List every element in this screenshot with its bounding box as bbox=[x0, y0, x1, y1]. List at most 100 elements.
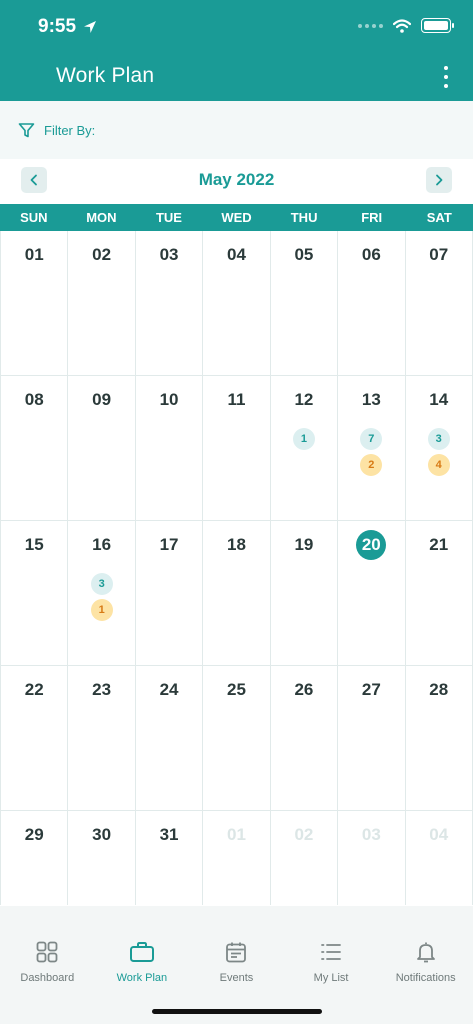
calendar-day[interactable]: 09 bbox=[68, 376, 136, 520]
day-number: 04 bbox=[227, 245, 246, 264]
weekday-label: THU bbox=[290, 210, 318, 225]
calendar-day[interactable]: 10 bbox=[136, 376, 204, 520]
day-number: 20 bbox=[356, 530, 387, 560]
calendar-week-row: 22 23 24 25 26 27 28 bbox=[0, 666, 473, 811]
day-number: 27 bbox=[361, 680, 381, 699]
day-number: 11 bbox=[227, 390, 246, 409]
event-badges: 31 bbox=[90, 573, 113, 621]
event-badges: 72 bbox=[360, 428, 383, 476]
bell-icon bbox=[416, 942, 435, 963]
filter-label: Filter By: bbox=[44, 122, 96, 138]
filter-bar[interactable]: Filter By: bbox=[0, 101, 473, 159]
calendar-day-other-month[interactable]: 02 bbox=[271, 811, 339, 905]
more-dot-icon bbox=[444, 84, 448, 88]
day-number: 19 bbox=[294, 535, 314, 554]
weekday-header: SUN MON TUE WED THU FRI SAT bbox=[0, 204, 473, 231]
day-number: 16 bbox=[92, 535, 112, 554]
day-number: 04 bbox=[429, 825, 449, 844]
day-number: 25 bbox=[227, 680, 246, 699]
tab-work-plan[interactable]: Work Plan bbox=[95, 906, 190, 1024]
calendar-day[interactable]: 29 bbox=[0, 811, 69, 905]
day-number: 18 bbox=[227, 535, 246, 554]
calendar-day-other-month[interactable]: 03 bbox=[338, 811, 406, 905]
calendar-day[interactable]: 12 1 bbox=[271, 376, 339, 520]
day-number: 15 bbox=[24, 535, 44, 554]
calendar-day[interactable]: 15 bbox=[0, 521, 69, 665]
calendar-day[interactable]: 17 bbox=[136, 521, 204, 665]
status-bar-indicators bbox=[358, 18, 454, 33]
calendar-grid: 01 02 03 04 05 06 07 08 09 10 11 12 1 13 7 2 14 3 4 15 16 3 1 1… bbox=[0, 231, 473, 905]
day-number: 09 bbox=[92, 390, 112, 409]
day-number: 31 bbox=[159, 825, 179, 844]
home-indicator bbox=[152, 1009, 322, 1014]
location-arrow-icon bbox=[84, 21, 97, 33]
calendar-day[interactable]: 14 3 4 bbox=[406, 376, 473, 520]
tab-events[interactable]: Events bbox=[189, 906, 284, 1024]
day-number: 29 bbox=[24, 825, 44, 844]
calendar-day[interactable]: 24 bbox=[136, 666, 204, 810]
calendar-day[interactable]: 18 bbox=[203, 521, 271, 665]
calendar-day[interactable]: 28 bbox=[406, 666, 473, 810]
calendar-day[interactable]: 30 bbox=[68, 811, 136, 905]
chevron-right-icon bbox=[436, 174, 443, 186]
calendar-day[interactable]: 27 bbox=[338, 666, 406, 810]
weekday-label: WED bbox=[221, 210, 252, 225]
calendar-day[interactable]: 23 bbox=[68, 666, 136, 810]
calendar-day[interactable]: 03 bbox=[136, 231, 204, 375]
calendar-day[interactable]: 02 bbox=[68, 231, 136, 375]
calendar-day[interactable]: 31 bbox=[136, 811, 204, 905]
next-month-button[interactable] bbox=[426, 167, 452, 193]
filter-icon bbox=[18, 122, 35, 137]
more-options-button[interactable] bbox=[439, 66, 453, 88]
calendar-day[interactable]: 08 bbox=[0, 376, 69, 520]
calendar-day[interactable]: 13 7 2 bbox=[338, 376, 406, 520]
calendar-day[interactable]: 01 bbox=[0, 231, 69, 375]
day-number: 21 bbox=[429, 535, 449, 554]
more-dot-icon bbox=[444, 66, 448, 70]
more-dot-icon bbox=[444, 75, 448, 79]
calendar-day[interactable]: 11 bbox=[203, 376, 271, 520]
calendar-week-row: 01 02 03 04 05 06 07 bbox=[0, 231, 473, 376]
dashboard-icon bbox=[36, 941, 58, 963]
day-number: 06 bbox=[361, 245, 381, 264]
tab-label: Events bbox=[219, 972, 254, 984]
calendar-day[interactable]: 21 bbox=[406, 521, 473, 665]
day-number: 30 bbox=[92, 825, 112, 844]
day-number: 10 bbox=[159, 390, 179, 409]
calendar-day[interactable]: 19 bbox=[271, 521, 339, 665]
calendar-day[interactable]: 26 bbox=[271, 666, 339, 810]
calendar-icon bbox=[226, 942, 247, 963]
calendar-day[interactable]: 06 bbox=[338, 231, 406, 375]
day-number: 01 bbox=[227, 825, 246, 844]
calendar-day[interactable]: 07 bbox=[406, 231, 473, 375]
day-number: 12 bbox=[294, 390, 314, 409]
day-number: 08 bbox=[24, 390, 44, 409]
list-icon bbox=[321, 944, 341, 960]
day-number: 13 bbox=[361, 390, 381, 409]
day-number: 02 bbox=[294, 825, 314, 844]
status-bar-time: 9:55 bbox=[38, 16, 98, 38]
calendar-day[interactable]: 16 3 1 bbox=[68, 521, 136, 665]
tab-label: Notifications bbox=[395, 972, 456, 984]
tab-notifications[interactable]: Notifications bbox=[378, 906, 473, 1024]
battery-icon bbox=[421, 18, 454, 33]
calendar-day-other-month[interactable]: 01 bbox=[203, 811, 271, 905]
tab-my-list[interactable]: My List bbox=[284, 906, 379, 1024]
day-number: 23 bbox=[92, 680, 112, 699]
event-count-badge-orange: 2 bbox=[360, 454, 383, 476]
event-count-badge-teal: 3 bbox=[427, 428, 450, 450]
calendar-day[interactable]: 25 bbox=[203, 666, 271, 810]
tab-label: My List bbox=[313, 972, 349, 984]
calendar-day-today[interactable]: 20 bbox=[338, 521, 406, 665]
day-number: 05 bbox=[294, 245, 314, 264]
calendar-day[interactable]: 04 bbox=[203, 231, 271, 375]
app-header: 9:55 Work Plan bbox=[0, 0, 473, 101]
calendar-day[interactable]: 22 bbox=[0, 666, 69, 810]
day-number: 22 bbox=[24, 680, 44, 699]
calendar-day[interactable]: 05 bbox=[271, 231, 339, 375]
month-title: May 2022 bbox=[198, 170, 275, 189]
tab-dashboard[interactable]: Dashboard bbox=[0, 906, 95, 1024]
weekday-label: TUE bbox=[155, 210, 182, 225]
event-badges: 34 bbox=[427, 428, 450, 476]
calendar-day-other-month[interactable]: 04 bbox=[406, 811, 473, 905]
